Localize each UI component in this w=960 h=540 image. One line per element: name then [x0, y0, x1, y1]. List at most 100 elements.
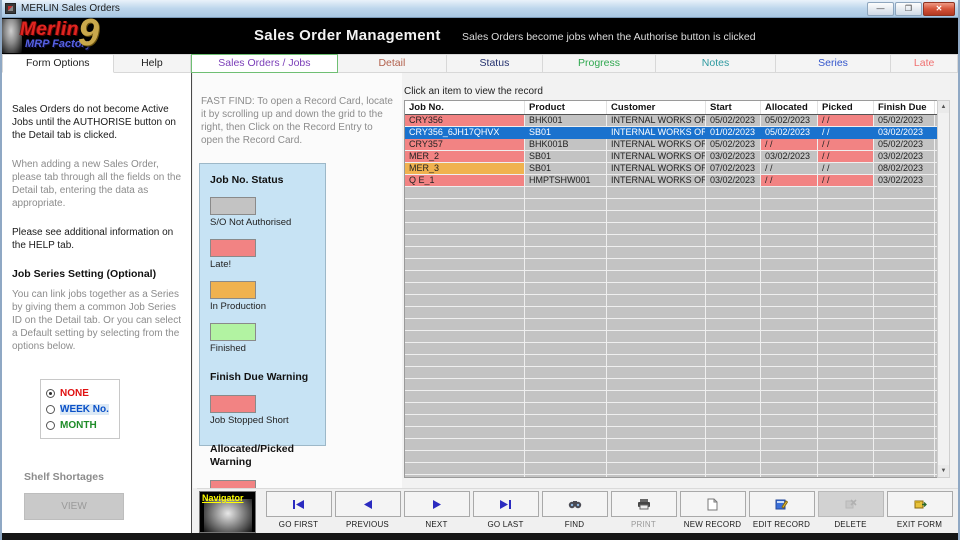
grid-cell[interactable] — [405, 259, 525, 271]
grid-cell[interactable] — [818, 223, 874, 235]
grid-cell[interactable] — [525, 295, 607, 307]
grid-cell[interactable] — [874, 475, 935, 478]
grid-cell[interactable] — [818, 451, 874, 463]
series-option-week-no[interactable]: WEEK No. — [46, 401, 114, 417]
grid-cell[interactable]: / / — [818, 139, 874, 151]
grid-cell[interactable] — [607, 427, 706, 439]
go-first-button[interactable]: GO FIRST — [264, 491, 333, 529]
table-row-empty[interactable] — [405, 343, 940, 355]
grid-cell[interactable] — [706, 223, 761, 235]
grid-cell[interactable] — [405, 271, 525, 283]
grid-cell[interactable] — [525, 211, 607, 223]
grid-cell[interactable] — [405, 355, 525, 367]
grid-cell[interactable] — [761, 187, 818, 199]
grid-cell[interactable] — [405, 415, 525, 427]
tab-progress[interactable]: Progress — [543, 54, 657, 73]
tab-help[interactable]: Help — [114, 54, 192, 73]
grid-cell[interactable]: MER_3 — [405, 163, 525, 175]
grid-cell[interactable] — [607, 187, 706, 199]
grid-cell[interactable] — [525, 307, 607, 319]
grid-cell[interactable] — [706, 211, 761, 223]
grid-cell[interactable] — [525, 367, 607, 379]
tab-series[interactable]: Series — [776, 54, 892, 73]
grid-cell[interactable]: HMPTSHW001 — [525, 175, 607, 187]
grid-cell[interactable] — [761, 295, 818, 307]
grid-cell[interactable] — [818, 367, 874, 379]
grid-cell[interactable]: BHK001 — [525, 115, 607, 127]
grid-cell[interactable] — [405, 463, 525, 475]
grid-cell[interactable] — [607, 439, 706, 451]
grid-cell[interactable] — [607, 295, 706, 307]
grid-cell[interactable] — [818, 463, 874, 475]
table-row-empty[interactable] — [405, 451, 940, 463]
grid-cell[interactable]: / / — [818, 163, 874, 175]
grid-cell[interactable]: 03/02/2023 — [761, 151, 818, 163]
grid-cell[interactable] — [525, 259, 607, 271]
grid-cell[interactable] — [706, 235, 761, 247]
grid-cell[interactable] — [818, 295, 874, 307]
grid-cell[interactable]: 05/02/2023 — [874, 115, 935, 127]
grid-cell[interactable]: SB01 — [525, 163, 607, 175]
radio-icon[interactable] — [46, 421, 55, 430]
grid-cell[interactable] — [405, 451, 525, 463]
grid-cell[interactable]: 03/02/2023 — [874, 175, 935, 187]
grid-cell[interactable] — [525, 415, 607, 427]
table-row-empty[interactable] — [405, 427, 940, 439]
grid-cell[interactable] — [761, 271, 818, 283]
grid-cell[interactable] — [706, 319, 761, 331]
grid-cell[interactable] — [818, 199, 874, 211]
grid-cell[interactable] — [706, 199, 761, 211]
grid-cell[interactable] — [405, 211, 525, 223]
grid-cell[interactable] — [874, 235, 935, 247]
grid-cell[interactable]: / / — [761, 163, 818, 175]
grid-cell[interactable] — [525, 319, 607, 331]
grid-cell[interactable] — [761, 427, 818, 439]
grid-cell[interactable] — [706, 247, 761, 259]
table-row-empty[interactable] — [405, 319, 940, 331]
grid-cell[interactable] — [525, 451, 607, 463]
grid-cell[interactable]: / / — [761, 175, 818, 187]
grid-cell[interactable] — [405, 247, 525, 259]
grid-cell[interactable] — [874, 391, 935, 403]
grid-cell[interactable] — [405, 379, 525, 391]
grid-cell[interactable] — [706, 427, 761, 439]
table-row[interactable]: CRY356BHK001INTERNAL WORKS ORDER05/02/20… — [405, 115, 940, 127]
new-record-icon[interactable] — [680, 491, 746, 517]
grid-cell[interactable] — [761, 379, 818, 391]
grid-cell[interactable]: / / — [818, 175, 874, 187]
previous-button[interactable]: PREVIOUS — [333, 491, 402, 529]
grid-cell[interactable] — [761, 283, 818, 295]
grid-cell[interactable]: INTERNAL WORKS ORDER — [607, 163, 706, 175]
grid-cell[interactable] — [706, 475, 761, 478]
grid-cell[interactable] — [874, 199, 935, 211]
grid-cell[interactable] — [525, 355, 607, 367]
grid-cell[interactable] — [405, 235, 525, 247]
grid-cell[interactable] — [607, 271, 706, 283]
grid-cell[interactable] — [818, 319, 874, 331]
grid-cell[interactable]: CRY356_6JH17QHVX — [405, 127, 525, 139]
grid-cell[interactable] — [607, 307, 706, 319]
table-row[interactable]: MER_2SB01INTERNAL WORKS ORDER03/02/20230… — [405, 151, 940, 163]
grid-cell[interactable] — [818, 379, 874, 391]
exit-form-button[interactable]: EXIT FORM — [885, 491, 954, 529]
radio-icon[interactable] — [46, 405, 55, 414]
grid-cell[interactable]: INTERNAL WORKS ORDER — [607, 127, 706, 139]
grid-cell[interactable]: SB01 — [525, 151, 607, 163]
grid-cell[interactable] — [706, 343, 761, 355]
grid-cell[interactable] — [525, 427, 607, 439]
view-button[interactable]: VIEW — [24, 493, 124, 520]
grid-cell[interactable]: 08/02/2023 — [874, 163, 935, 175]
grid-cell[interactable] — [818, 427, 874, 439]
edit-record-button[interactable]: EDIT RECORD — [747, 491, 816, 529]
exit-form-icon[interactable] — [887, 491, 953, 517]
grid-cell[interactable] — [874, 379, 935, 391]
grid-cell[interactable] — [874, 271, 935, 283]
grid-cell[interactable] — [607, 247, 706, 259]
grid-cell[interactable] — [405, 199, 525, 211]
go-last-button[interactable]: GO LAST — [471, 491, 540, 529]
grid-cell[interactable] — [706, 187, 761, 199]
grid-cell[interactable]: INTERNAL WORKS ORDER — [607, 115, 706, 127]
grid-cell[interactable] — [874, 331, 935, 343]
grid-cell[interactable]: INTERNAL WORKS ORDER — [607, 175, 706, 187]
grid-cell[interactable] — [405, 331, 525, 343]
